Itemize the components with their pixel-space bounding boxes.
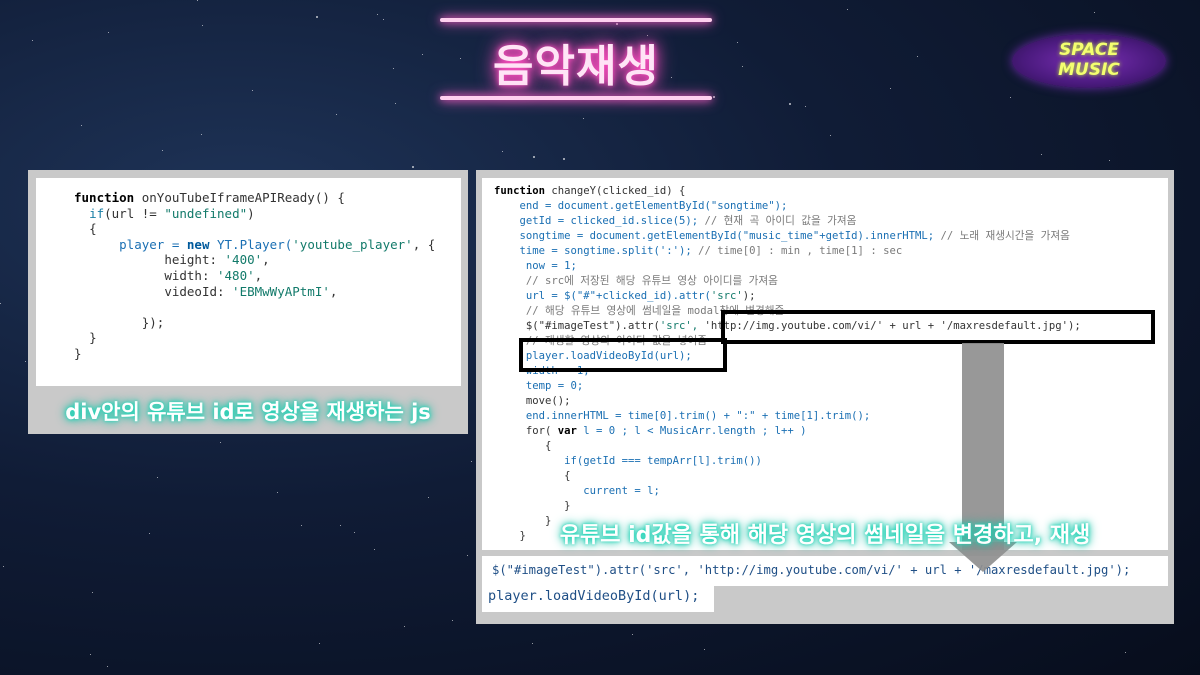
star [1094,12,1095,13]
star [201,134,202,135]
bottom-code-line-1: $("#imageTest").attr('src', 'http://img.… [492,563,1131,577]
left-caption: div안의 유튜브 id로 영상을 재생하는 js [65,400,431,424]
highlight-image-src-line [721,310,1155,344]
star [632,634,633,635]
star [383,19,384,20]
star [316,16,318,18]
star [32,40,33,41]
star [471,461,472,462]
star [583,118,584,119]
star [563,158,565,160]
star [847,9,848,10]
star [830,135,831,136]
star [1041,154,1042,155]
star [805,106,806,107]
title-bottom-line [440,96,712,100]
star [1125,652,1126,653]
logo-line-2: MUSIC [1058,60,1120,80]
right-code-panel: function changeY(clicked_id) { end = doc… [476,170,1174,624]
star [25,361,26,362]
bottom-code-line-2: player.loadVideoById(url); [488,588,700,604]
highlight-load-video-line [519,338,727,372]
star [336,114,337,115]
bottom-code-line-2-box: player.loadVideoById(url); [482,582,714,612]
star [502,151,503,152]
star [428,497,429,498]
star [277,492,278,493]
logo-line-1: SPACE [1059,40,1119,60]
star [81,125,82,126]
star [789,103,791,105]
title-top-line [440,18,712,22]
star [149,533,150,534]
star [422,54,423,55]
star [90,654,91,655]
star [917,56,918,57]
left-code-box: function onYouTubeIframeAPIReady() { if(… [36,178,461,386]
star [197,0,198,1]
star [713,96,715,98]
star [393,68,394,69]
star [162,150,163,151]
star [3,566,4,567]
star [467,555,468,556]
star [890,88,891,89]
star [452,620,453,621]
star [374,549,375,550]
star [704,649,705,650]
star [532,643,533,644]
star [340,525,341,526]
star [1010,97,1011,98]
star [0,303,1,304]
star [742,66,743,67]
star [616,23,618,25]
star [202,25,203,26]
page-title: 음악재생 [493,41,659,92]
star [301,525,302,526]
star [252,90,253,91]
star [412,166,414,168]
star [737,42,738,43]
left-code-panel: function onYouTubeIframeAPIReady() { if(… [28,170,468,434]
star [395,103,396,104]
star [107,666,108,667]
star [533,156,535,158]
right-caption: 유튜브 id값을 통해 해당 영상의 썸네일을 변경하고, 재생 [559,523,1091,548]
space-music-logo: SPACE MUSIC [1012,34,1166,88]
star [404,626,405,627]
star [157,477,158,478]
star [354,532,355,533]
star [220,442,221,443]
star [319,643,320,644]
star [377,14,378,15]
star [1109,160,1110,161]
youtube-iframe-code: function onYouTubeIframeAPIReady() { if(… [74,190,436,361]
star [108,32,109,33]
star [92,592,93,593]
